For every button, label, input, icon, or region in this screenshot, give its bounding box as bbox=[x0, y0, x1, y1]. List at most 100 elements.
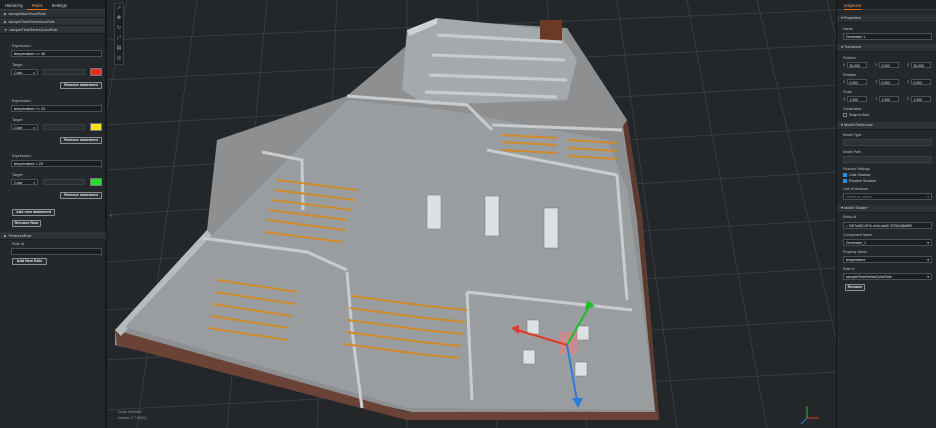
delete-tool-icon[interactable]: ▤ bbox=[115, 44, 123, 52]
inspector-tab[interactable]: Inspector bbox=[837, 0, 936, 10]
shadow-settings-label: Shadow Settings bbox=[843, 167, 870, 171]
warehouse-scene[interactable] bbox=[107, 0, 836, 428]
remove-rule-button[interactable]: Remove Rule bbox=[12, 220, 41, 227]
rule-pressure[interactable]: ▶ PressureRule bbox=[0, 232, 106, 240]
z-axis-label: Z bbox=[907, 80, 910, 84]
viewport-caption: Grasp Selected bbox=[118, 410, 142, 414]
color-hex-input[interactable] bbox=[43, 69, 85, 75]
chevron-down-icon: ▾ bbox=[927, 257, 929, 262]
y-axis-label: Y bbox=[875, 63, 878, 67]
receive-shadow-checkbox[interactable] bbox=[843, 179, 847, 183]
component-name-value: Generator_1 bbox=[846, 241, 867, 245]
target-type-select[interactable]: Color ▾ bbox=[11, 69, 38, 75]
tab-settings[interactable]: Settings bbox=[47, 0, 71, 10]
rotation-z-input[interactable]: 0.000 bbox=[911, 79, 931, 85]
chevron-down-icon: ▾ bbox=[927, 274, 929, 279]
rotation-label: Rotation bbox=[843, 73, 857, 77]
position-z-input[interactable]: 30.000 bbox=[911, 62, 931, 68]
snap-to-floor-label: Snap to floor bbox=[849, 113, 870, 117]
rule-id-label: Rule Id bbox=[12, 242, 25, 246]
rule-id-input[interactable] bbox=[11, 248, 102, 255]
move-tool-icon[interactable]: ✥ bbox=[115, 14, 123, 22]
entity-id-select[interactable]: ⌕ 3007a052-097e-4e1d-abd0-37254166d969 bbox=[843, 222, 932, 229]
collapse-left-icon[interactable]: ‹ bbox=[107, 212, 115, 220]
scale-z-input[interactable]: 1.000 bbox=[911, 96, 931, 102]
unit-of-measure-select[interactable]: Select an option ▾ bbox=[843, 193, 932, 200]
property-name-label: Property Name bbox=[843, 250, 868, 254]
unit-of-measure-label: Unit of Measure bbox=[843, 187, 869, 191]
rule-id-select[interactable]: sampleTimeSeriesColorRule ▾ bbox=[843, 273, 932, 280]
axis-indicator-icon bbox=[800, 406, 819, 425]
scale-x-input[interactable]: 1.000 bbox=[847, 96, 867, 102]
chevron-right-icon: ▶ bbox=[4, 233, 7, 238]
x-axis-label: X bbox=[843, 80, 846, 84]
chevron-down-icon: ▾ bbox=[33, 70, 35, 75]
color-swatch[interactable] bbox=[90, 123, 102, 131]
warehouse-building bbox=[115, 18, 659, 420]
property-name-select[interactable]: temperature ▾ bbox=[843, 256, 932, 263]
rule-alarm-icon[interactable]: ▶ sampleAlarmIconRule bbox=[0, 10, 105, 18]
rule-id-value: sampleTimeSeriesColorRule bbox=[846, 275, 892, 279]
rotation-x-input[interactable]: 0.000 bbox=[847, 79, 867, 85]
rule-timeseries-color[interactable]: ▼ sampleTimeSeriesColorRule bbox=[0, 26, 105, 34]
position-label: Position bbox=[843, 56, 856, 60]
chevron-down-icon: ▾ bbox=[927, 240, 929, 245]
chevron-down-icon: ▾ bbox=[927, 194, 929, 199]
expression-input[interactable]: temperature >= 40 bbox=[11, 50, 102, 57]
section-title: Model Shader bbox=[843, 206, 868, 210]
expression-input[interactable]: temperature >= 20 bbox=[11, 105, 102, 112]
tab-rules[interactable]: Rules bbox=[26, 0, 47, 10]
property-name-value: temperature bbox=[846, 258, 866, 262]
target-label: Target bbox=[12, 173, 23, 177]
model-path-label: Model Path bbox=[843, 150, 862, 154]
rule-timeseries-icon[interactable]: ▶ sampleTimeSeriesIconRule bbox=[0, 18, 105, 26]
snap-to-floor-checkbox[interactable] bbox=[843, 113, 847, 117]
remove-statement-button[interactable]: Remove statement bbox=[60, 137, 102, 144]
x-axis-label: X bbox=[843, 63, 846, 67]
color-hex-input[interactable] bbox=[43, 179, 85, 185]
name-input[interactable]: Generator 1 bbox=[843, 33, 932, 40]
target-label: Target bbox=[12, 63, 23, 67]
remove-statement-button[interactable]: Remove statement bbox=[60, 82, 102, 89]
scale-y-input[interactable]: 1.000 bbox=[879, 96, 899, 102]
add-statement-button[interactable]: Add new statement bbox=[12, 209, 55, 216]
rule-label: sampleTimeSeriesColorRule bbox=[9, 27, 58, 32]
scene-viewport[interactable]: ⬀ ✥ ↻ ⤢ ▤ ◎ ‹ Grasp Selected Version: 0.… bbox=[107, 0, 836, 428]
rule-id-label: Rule Id bbox=[843, 267, 855, 271]
version-caption: Version: 0.7.0b(02) bbox=[118, 416, 147, 420]
tab-hierarchy[interactable]: Hierarchy bbox=[0, 0, 27, 10]
transform-header[interactable]: ▾ Transform bbox=[837, 44, 936, 52]
position-y-input[interactable]: 0.000 bbox=[879, 62, 899, 68]
remove-statement-button[interactable]: Remove statement bbox=[60, 192, 102, 199]
model-reference-header[interactable]: ▾ Model Reference bbox=[837, 122, 936, 130]
chevron-down-icon: ▾ bbox=[33, 125, 35, 130]
rotation-y-input[interactable]: 0.000 bbox=[879, 79, 899, 85]
focus-tool-icon[interactable]: ◎ bbox=[115, 54, 123, 62]
remove-button[interactable]: Remove bbox=[845, 284, 865, 291]
component-name-select[interactable]: Generator_1 ▾ bbox=[843, 239, 932, 246]
model-path-input bbox=[843, 156, 932, 163]
entity-id-label: Entity Id bbox=[843, 215, 856, 219]
color-swatch[interactable] bbox=[90, 68, 102, 76]
chevron-down-icon: ▼ bbox=[4, 27, 8, 32]
position-x-input[interactable]: 30.000 bbox=[847, 62, 867, 68]
select-tool-icon[interactable]: ⬀ bbox=[115, 4, 123, 12]
inspector-title: Inspector bbox=[844, 3, 862, 10]
target-type-select[interactable]: Color ▾ bbox=[11, 124, 38, 130]
chevron-right-icon: ▶ bbox=[4, 11, 7, 16]
scale-tool-icon[interactable]: ⤢ bbox=[115, 34, 123, 42]
color-hex-input[interactable] bbox=[43, 124, 85, 130]
expression-input[interactable]: temperature < 20 bbox=[11, 160, 102, 167]
model-shader-header[interactable]: ▾ Model Shader bbox=[837, 205, 936, 213]
cast-shadow-checkbox[interactable] bbox=[843, 173, 847, 177]
color-swatch[interactable] bbox=[90, 178, 102, 186]
target-type-value: Color bbox=[14, 70, 23, 75]
constraints-label: Constraints bbox=[843, 107, 862, 111]
rotate-tool-icon[interactable]: ↻ bbox=[115, 24, 123, 32]
z-axis-label: Z bbox=[907, 63, 910, 67]
add-rule-button[interactable]: Add New Rule bbox=[12, 258, 47, 265]
properties-header[interactable]: ▾ Properties bbox=[837, 15, 936, 23]
target-type-select[interactable]: Color ▾ bbox=[11, 179, 38, 185]
expression-label: Expression bbox=[12, 44, 31, 48]
model-type-label: Model Type bbox=[843, 133, 862, 137]
